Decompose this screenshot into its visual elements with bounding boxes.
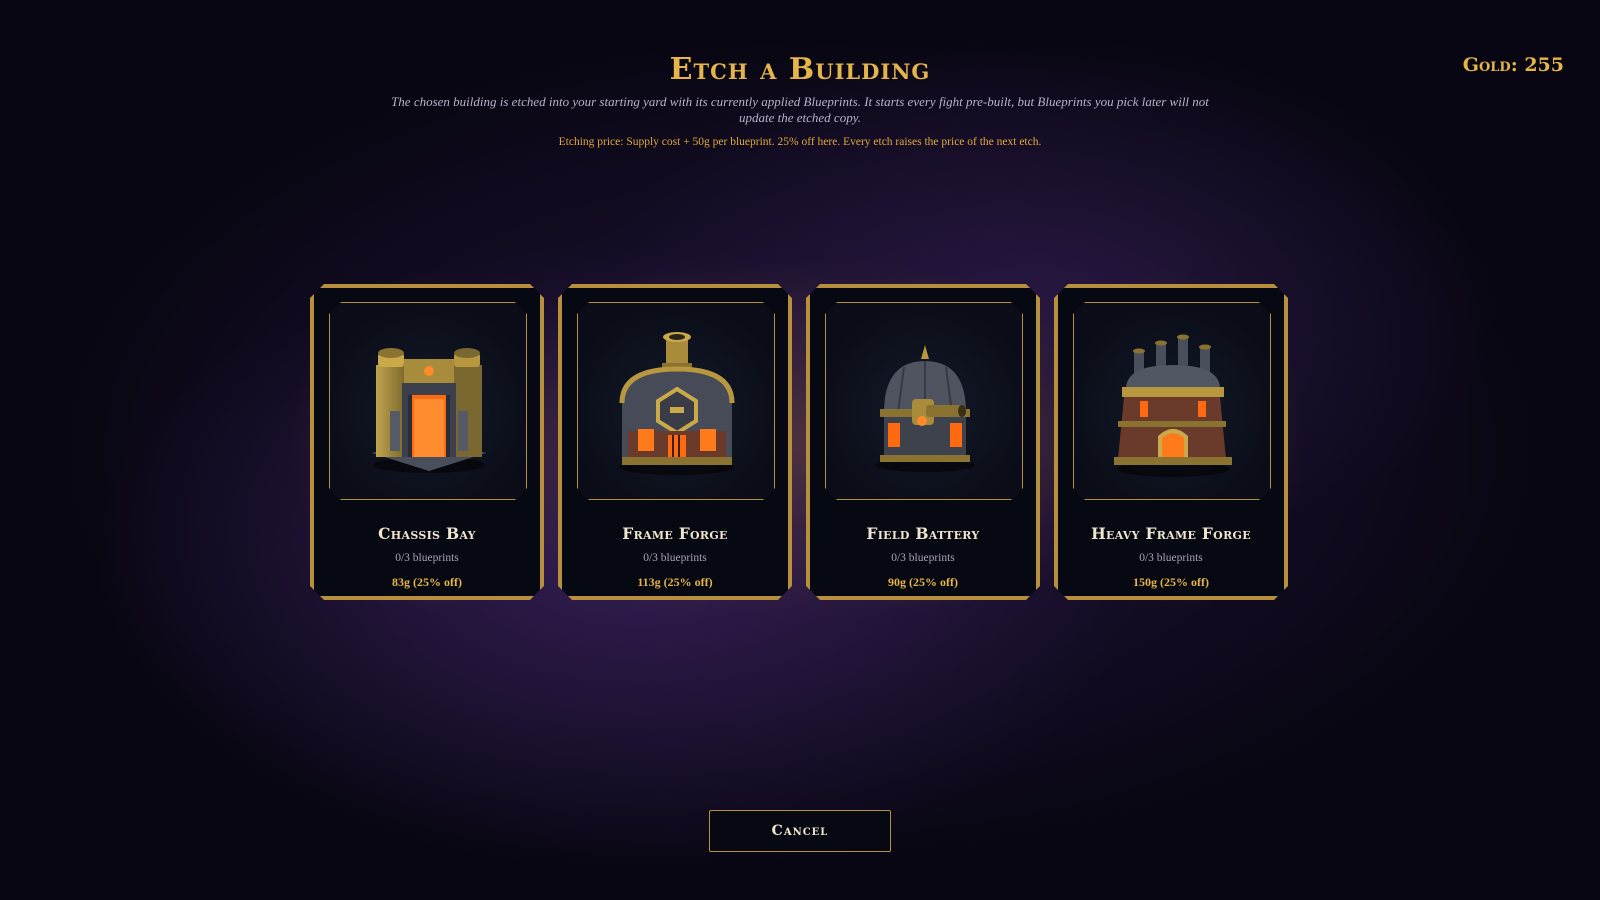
building-portrait-frame <box>1073 302 1271 500</box>
field-battery-icon <box>875 345 975 472</box>
blueprint-count: 0/3 blueprints <box>891 552 955 564</box>
building-name: Heavy Frame Forge <box>1091 524 1251 543</box>
building-card-frame-forge[interactable]: Frame Forge 0/3 blueprints 113g (25% off… <box>558 284 792 600</box>
etch-price: 83g (25% off) <box>392 575 462 589</box>
chassis-bay-icon <box>372 348 486 473</box>
building-card-chassis-bay[interactable]: Chassis Bay 0/3 blueprints 83g (25% off) <box>310 284 544 600</box>
gold-counter: Gold: 255 <box>1462 54 1564 76</box>
heavy-frame-forge-icon <box>1114 334 1232 477</box>
building-portrait-frame <box>825 302 1023 500</box>
page-title: Etch a Building <box>669 52 931 87</box>
building-card-heavy-frame-forge[interactable]: Heavy Frame Forge 0/3 blueprints 150g (2… <box>1054 284 1288 600</box>
building-name: Frame Forge <box>622 524 728 543</box>
building-portrait-frame <box>329 302 527 500</box>
frame-forge-icon <box>619 332 735 475</box>
blueprint-count: 0/3 blueprints <box>395 552 459 564</box>
building-card-list: Chassis Bay 0/3 blueprints 83g (25% off) <box>280 254 1318 630</box>
blueprint-count: 0/3 blueprints <box>643 552 707 564</box>
etching-price-note: Etching price: Supply cost + 50g per blu… <box>558 136 1042 148</box>
etch-price: 90g (25% off) <box>888 575 958 589</box>
building-card-field-battery[interactable]: Field Battery 0/3 blueprints 90g (25% of… <box>806 284 1040 600</box>
etch-price: 150g (25% off) <box>1133 575 1209 589</box>
building-name: Field Battery <box>866 524 980 543</box>
etch-price: 113g (25% off) <box>637 575 713 589</box>
blueprint-count: 0/3 blueprints <box>1139 552 1203 564</box>
building-name: Chassis Bay <box>378 524 476 543</box>
building-portrait-frame <box>577 302 775 500</box>
cancel-button[interactable]: Cancel <box>709 810 891 852</box>
description-text: The chosen building is etched into your … <box>391 94 1209 125</box>
